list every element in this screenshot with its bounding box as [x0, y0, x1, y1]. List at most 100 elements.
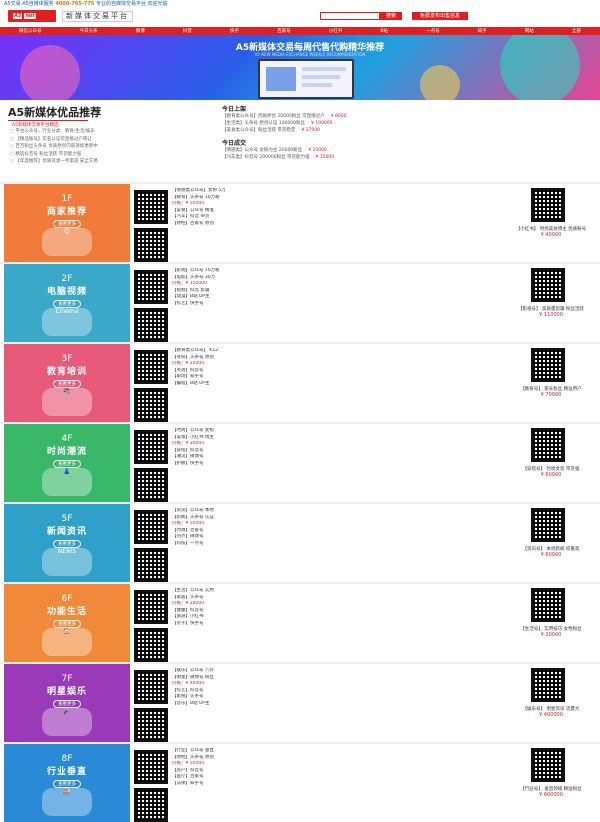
listing-line[interactable]: 【财经】百家号 原创 — [172, 221, 502, 228]
qr-code-image[interactable] — [134, 270, 168, 304]
floor-name: 明星娱乐 — [46, 687, 87, 697]
featured-qr-code[interactable] — [531, 668, 565, 702]
qr-code-image[interactable] — [134, 350, 168, 384]
featured-product[interactable]: 【娱乐号】 明星资讯 流量大 ¥ 400000 — [506, 706, 596, 718]
floor-banner[interactable]: 7F 明星娱乐 查看更多 🎤 — [4, 664, 130, 742]
search-input[interactable] — [320, 12, 380, 20]
view-more-button[interactable]: 查看更多 — [53, 220, 81, 228]
recommend-item[interactable]: 【精品账号】实名认证可直接过户转让 — [10, 136, 210, 144]
listing-row[interactable]: 【汽车类】抖音号 200000粉丝 带货能力强 ¥ 15000 — [222, 154, 590, 161]
featured-product-price: ¥ 30000 — [540, 632, 562, 638]
qr-code-image[interactable] — [134, 670, 168, 704]
nav-item[interactable]: 网站 — [525, 28, 534, 34]
nav-item[interactable]: 微信公众号 — [19, 28, 42, 34]
floor-name: 商家推荐 — [46, 207, 87, 217]
recommend-item[interactable]: 平台公众号，行业分类：教育/生活/娱乐 — [10, 128, 210, 136]
featured-qr-code[interactable] — [531, 748, 565, 782]
site-logo[interactable]: A5 net — [8, 10, 56, 22]
featured-product[interactable]: 【小红书】 时尚美妆博主 优质账号 ¥ 40000 — [506, 226, 596, 238]
qr-code-image[interactable] — [134, 708, 168, 742]
listing-line[interactable]: 【科技】一点号 — [172, 541, 502, 548]
floor-banner[interactable]: 1F 商家推荐 查看更多 ☺ — [4, 184, 130, 262]
recommend-item[interactable]: 百万粉丝头条号 优质原创内容持续更新中 — [10, 143, 210, 151]
qr-code-image[interactable] — [134, 548, 168, 582]
nav-item[interactable]: 微博 — [136, 28, 145, 34]
nav-item[interactable]: B站 — [380, 28, 388, 34]
qr-code-image[interactable] — [134, 430, 168, 464]
qr-code-image[interactable] — [134, 788, 168, 822]
qr-code-image[interactable] — [134, 628, 168, 662]
qr-code-image[interactable] — [134, 590, 168, 624]
floor-name: 时尚潮流 — [46, 447, 87, 457]
hotline-number[interactable]: 4000-765-775 — [55, 1, 94, 7]
search-button[interactable]: 搜索 — [380, 12, 402, 20]
nav-item[interactable]: 知乎 — [478, 28, 487, 34]
qr-code-image[interactable] — [134, 750, 168, 784]
title-underline — [8, 120, 88, 121]
listing-line[interactable]: 【护肤】快手号 — [172, 461, 502, 468]
view-more-button[interactable]: 查看更多 — [53, 620, 81, 628]
topbar-left-text: A5交易·A5自媒体服务 — [4, 1, 56, 7]
view-more-button[interactable]: 查看更多 — [53, 300, 81, 308]
floor-banner[interactable]: 8F 行业垂直 查看更多 🏭 — [4, 744, 130, 822]
listing-row[interactable]: 【教育类公众号】优质原创 20000粉丝 可直接过户 ¥ 8000 — [222, 113, 590, 120]
listing-row[interactable]: 【生活类】头条号 原创认证 100000粉丝 ¥ 100000 — [222, 120, 590, 127]
recommend-item[interactable]: 精选抖音号 粉丝活跃 带货能力强 — [10, 151, 210, 159]
recommend-item[interactable]: 【年度推荐】优质资源一手渠道 安全交易 — [10, 158, 210, 166]
listing-line[interactable]: 【音乐】B站 UP主 — [172, 701, 502, 708]
listing-line[interactable]: 【综艺】快手号 — [172, 301, 502, 308]
qr-code-image[interactable] — [134, 228, 168, 262]
qr-code-image[interactable] — [134, 510, 168, 544]
qr-code-image[interactable] — [134, 190, 168, 224]
nav-item[interactable]: 抖音 — [183, 28, 192, 34]
featured-product[interactable]: 【教育号】 家长粉丝 精准用户 ¥ 70000 — [506, 386, 596, 398]
nav-item[interactable]: 一点号 — [426, 28, 440, 34]
featured-product[interactable]: 【资讯号】 本地新闻 权重高 ¥ 60000 — [506, 546, 596, 558]
floor-number: 8F — [61, 754, 73, 764]
view-more-button[interactable]: 查看更多 — [53, 540, 81, 548]
floor-name: 教育培训 — [46, 367, 87, 377]
listing-line[interactable]: 【亲子】快手号 — [172, 621, 502, 628]
floor-illustration: 🏭 — [42, 788, 92, 816]
featured-product[interactable]: 【生活号】 实用技巧 女性粉丝 ¥ 30000 — [506, 626, 596, 638]
featured-qr-code[interactable] — [531, 348, 565, 382]
featured-qr-code[interactable] — [531, 588, 565, 622]
nav-item[interactable]: 百家号 — [277, 28, 291, 34]
featured-qr-code[interactable] — [531, 268, 565, 302]
featured-qr-code[interactable] — [531, 188, 565, 222]
featured-product-price: ¥ 70000 — [540, 392, 562, 398]
featured-qr-code[interactable] — [531, 428, 565, 462]
qr-code-image[interactable] — [134, 388, 168, 422]
listing-line[interactable]: 【法律】知乎号 — [172, 781, 502, 788]
floor-banner[interactable]: 5F 新闻资讯 查看更多 NEWS — [4, 504, 130, 582]
featured-product[interactable]: 【穿搭号】 时尚女装 带货强 ¥ 60000 — [506, 466, 596, 478]
floor-name: 电脑视频 — [46, 287, 87, 297]
nav-item[interactable]: 今日头条 — [80, 28, 98, 34]
qr-code-image[interactable] — [134, 308, 168, 342]
listing-row[interactable]: 【美食类公众号】粉丝活跃 带货稳定 ¥ 37000 — [222, 127, 590, 134]
hero-banner[interactable]: A5新媒体交易每周代售代购精华推荐 A5 NEW MEDIA EXCHANGE … — [0, 35, 600, 100]
floor-banner[interactable]: 6F 功能生活 查看更多 🏠 — [4, 584, 130, 662]
featured-qr-code[interactable] — [531, 508, 565, 542]
nav-item[interactable]: 快手 — [230, 28, 239, 34]
floor-banner[interactable]: 2F 电脑视频 查看更多 Cinema — [4, 264, 130, 342]
listing-price: ¥ 10000 — [308, 148, 327, 153]
listing-price: ¥ 100000 — [311, 121, 333, 126]
featured-product[interactable]: 【影视号】 高质量剪辑 粉丝活跃 ¥ 110000 — [506, 306, 596, 318]
listing-line[interactable]: 【编程】B站 UP主 — [172, 381, 502, 388]
publish-button[interactable]: 免费发布出售信息 — [412, 12, 468, 20]
nav-item[interactable]: 全部 — [572, 28, 581, 34]
featured-product-price: ¥ 400000 — [539, 712, 563, 718]
floor-banner[interactable]: 3F 教育培训 查看更多 📚 — [4, 344, 130, 422]
view-more-button[interactable]: 查看更多 — [53, 460, 81, 468]
view-more-button[interactable]: 查看更多 — [53, 380, 81, 388]
qr-code-image[interactable] — [134, 468, 168, 502]
view-more-button[interactable]: 查看更多 — [53, 780, 81, 788]
recommend-list: 平台公众号，行业分类：教育/生活/娱乐【精品账号】实名认证可直接过户转让百万粉丝… — [10, 128, 210, 166]
floor-number: 5F — [61, 514, 73, 524]
nav-item[interactable]: 小红书 — [329, 28, 343, 34]
view-more-button[interactable]: 查看更多 — [53, 700, 81, 708]
floor-banner[interactable]: 4F 时尚潮流 查看更多 👗 — [4, 424, 130, 502]
listing-row[interactable]: 【情感类】公众号 女粉为主 20000粉丝 ¥ 10000 — [222, 147, 590, 154]
featured-product[interactable]: 【行业号】 垂直领域 精准粉丝 ¥ 600000 — [506, 786, 596, 798]
